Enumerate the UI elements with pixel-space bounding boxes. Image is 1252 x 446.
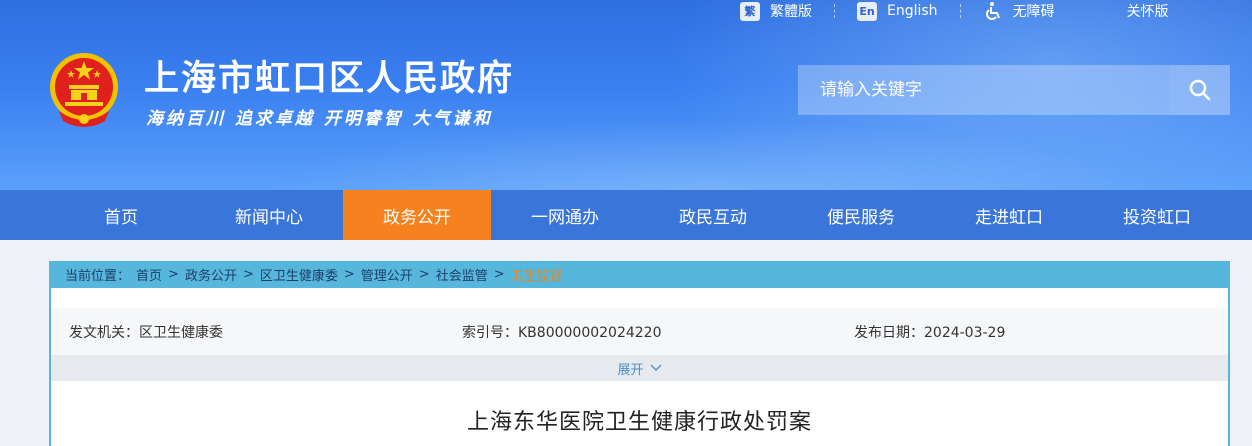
- care-mode-label: 关怀版: [1126, 4, 1169, 20]
- document-meta: 发文机关：区卫生健康委 索引号：KB80000002024220 发布日期：20…: [51, 308, 1228, 355]
- nav-one-stop-service[interactable]: 一网通办: [491, 190, 639, 240]
- nav-news[interactable]: 新闻中心: [195, 190, 343, 240]
- nav-interaction[interactable]: 政民互动: [639, 190, 787, 240]
- breadcrumb-separator: >: [343, 267, 355, 282]
- search-bar: [798, 65, 1230, 115]
- top-links: 繁 繁體版 En English 无障碍 关怀版: [740, 0, 1191, 22]
- traditional-label: 繁體版: [770, 4, 812, 20]
- issuer-text: 发文机关：区卫生健康委: [69, 325, 223, 341]
- document-title: 上海东华医院卫生健康行政处罚案: [466, 410, 812, 435]
- breadcrumb-item[interactable]: 首页: [136, 265, 162, 284]
- breadcrumb-separator: >: [242, 267, 254, 282]
- english-icon: En: [857, 1, 877, 21]
- breadcrumb-current[interactable]: 卫生监督: [511, 265, 563, 284]
- divider: [834, 4, 835, 18]
- breadcrumb-prefix: 当前位置：: [65, 269, 131, 284]
- chevron-down-icon: [650, 364, 661, 371]
- site-header: 繁 繁體版 En English 无障碍 关怀版 上海市虹口区人民政府 海纳百川…: [0, 0, 1252, 190]
- expand-toggle[interactable]: 展开: [51, 355, 1228, 381]
- national-emblem-logo[interactable]: [47, 51, 121, 129]
- english-label: English: [887, 3, 938, 19]
- nav-about-hongkou[interactable]: 走进虹口: [935, 190, 1083, 240]
- english-link[interactable]: En English: [857, 0, 938, 22]
- accessibility-label: 无障碍: [1012, 4, 1055, 20]
- search-icon: [1189, 79, 1211, 101]
- breadcrumb-item[interactable]: 社会监管: [436, 265, 488, 284]
- breadcrumb-separator: >: [418, 267, 430, 282]
- care-mode-link[interactable]: 关怀版: [1127, 0, 1169, 22]
- publish-date-text: 发布日期：2024-03-29: [854, 325, 1006, 341]
- traditional-chinese-link[interactable]: 繁 繁體版: [740, 0, 812, 22]
- header-glow-2: [260, 120, 1160, 190]
- nav-government-affairs[interactable]: 政务公开: [343, 190, 491, 240]
- breadcrumb-item[interactable]: 政务公开: [185, 265, 237, 284]
- main-nav: 首页 新闻中心 政务公开 一网通办 政民互动 便民服务 走进虹口 投资虹口: [0, 190, 1252, 240]
- site-slogan: 海纳百川 追求卓越 开明睿智 大气谦和: [146, 109, 493, 129]
- expand-label: 展开: [617, 362, 644, 378]
- divider: [959, 4, 961, 18]
- wheelchair-icon: [985, 2, 1000, 20]
- breadcrumb-item[interactable]: 区卫生健康委: [260, 265, 338, 284]
- breadcrumb-separator: >: [168, 267, 179, 282]
- breadcrumb-separator: >: [493, 267, 505, 282]
- index-number-text: 索引号：KB80000002024220: [462, 325, 662, 341]
- accessibility-link[interactable]: 无障碍: [983, 0, 1055, 22]
- nav-invest-hongkou[interactable]: 投资虹口: [1083, 190, 1231, 240]
- breadcrumb: 当前位置： 首页 > 政务公开 > 区卫生健康委 > 管理公开 > 社会监管 >…: [51, 261, 1228, 288]
- nav-home[interactable]: 首页: [47, 190, 195, 240]
- site-title[interactable]: 上海市虹口区人民政府: [144, 50, 514, 101]
- search-button[interactable]: [1170, 65, 1230, 115]
- nav-public-service[interactable]: 便民服务: [787, 190, 935, 240]
- breadcrumb-item[interactable]: 管理公开: [361, 265, 413, 284]
- traditional-icon: 繁: [740, 1, 760, 21]
- search-input[interactable]: [798, 65, 1170, 115]
- content-panel: 当前位置： 首页 > 政务公开 > 区卫生健康委 > 管理公开 > 社会监管 >…: [49, 261, 1230, 446]
